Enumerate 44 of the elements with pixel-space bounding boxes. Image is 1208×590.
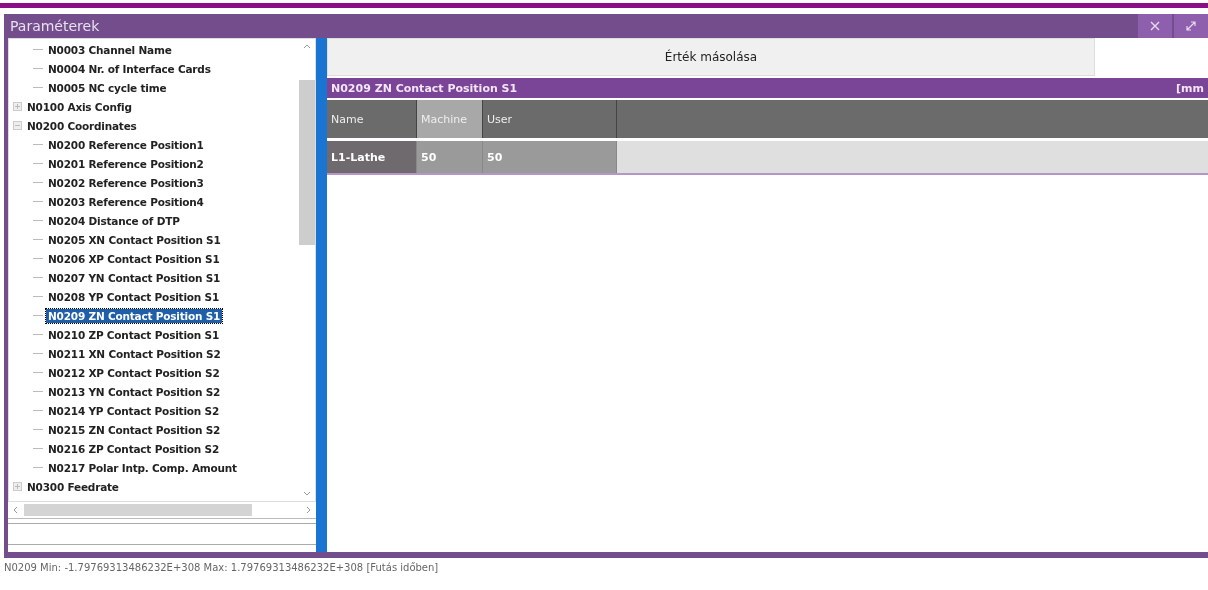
tree-item[interactable]: N0003 Channel Name (46, 42, 174, 57)
tree-item[interactable]: N0216 ZP Contact Position S2 (46, 441, 222, 456)
tree-item[interactable]: N0207 YN Contact Position S1 (46, 270, 223, 285)
scroll-right-icon[interactable] (306, 506, 312, 514)
tree-item[interactable]: N0210 ZP Contact Position S1 (46, 327, 222, 342)
tree-item[interactable]: N0212 XP Contact Position S2 (46, 365, 222, 380)
tree-item[interactable]: N0200 Reference Position1 (46, 137, 206, 152)
tree-item[interactable]: N0004 Nr. of Interface Cards (46, 61, 213, 76)
tree-item[interactable]: N0300 Feedrate (25, 479, 121, 494)
scroll-up-icon[interactable] (303, 43, 311, 49)
parameter-title: N0209 ZN Contact Position S1 (331, 81, 518, 95)
tree-item[interactable]: N0205 XN Contact Position S1 (46, 232, 223, 247)
tree-item[interactable]: N0200 Coordinates (25, 118, 139, 133)
window-title: Paraméterek (9, 18, 100, 34)
close-icon (1150, 21, 1160, 31)
tree-item[interactable]: N0005 NC cycle time (46, 80, 169, 95)
unit-label: [mm (1176, 81, 1204, 95)
tree-item[interactable]: N0201 Reference Position2 (46, 156, 206, 171)
copy-value-button[interactable]: Érték másolása (327, 38, 1095, 76)
tree-item[interactable]: N0100 Axis Config (25, 99, 134, 114)
table-cell: L1-Lathe (327, 141, 417, 173)
tree-item[interactable]: N0214 YP Contact Position S2 (46, 403, 221, 418)
tree-item[interactable]: N0209 ZN Contact Position S1 (46, 308, 223, 323)
horizontal-scrollbar[interactable] (8, 502, 316, 519)
collapse-icon[interactable] (13, 121, 22, 130)
close-button[interactable] (1138, 14, 1172, 38)
maximize-button[interactable] (1174, 14, 1208, 38)
scroll-down-icon[interactable] (303, 491, 311, 497)
tree-item[interactable]: N0204 Distance of DTP (46, 213, 182, 228)
tree-item[interactable]: N0217 Polar Intp. Comp. Amount (46, 460, 239, 475)
tree-item[interactable]: N0206 XP Contact Position S1 (46, 251, 222, 266)
tree-item[interactable]: N0208 YP Contact Position S1 (46, 289, 221, 304)
expand-icon[interactable] (13, 102, 22, 111)
input-field[interactable] (8, 523, 316, 545)
tree-item[interactable]: N0213 YN Contact Position S2 (46, 384, 223, 399)
column-header[interactable]: User (483, 100, 617, 138)
tree-item[interactable]: N0202 Reference Position3 (46, 175, 206, 190)
tree-item[interactable]: N0215 ZN Contact Position S2 (46, 422, 223, 437)
tree-item[interactable]: N0211 XN Contact Position S2 (46, 346, 223, 361)
expand-icon[interactable] (13, 482, 22, 491)
status-text: N0209 Min: -1.79769313486232E+308 Max: 1.79769313486232E+308 [Futás időben] (3, 561, 440, 575)
scroll-left-icon[interactable] (12, 506, 18, 514)
tree-item[interactable]: N0203 Reference Position4 (46, 194, 206, 209)
expand-arrows-icon (1186, 21, 1196, 31)
